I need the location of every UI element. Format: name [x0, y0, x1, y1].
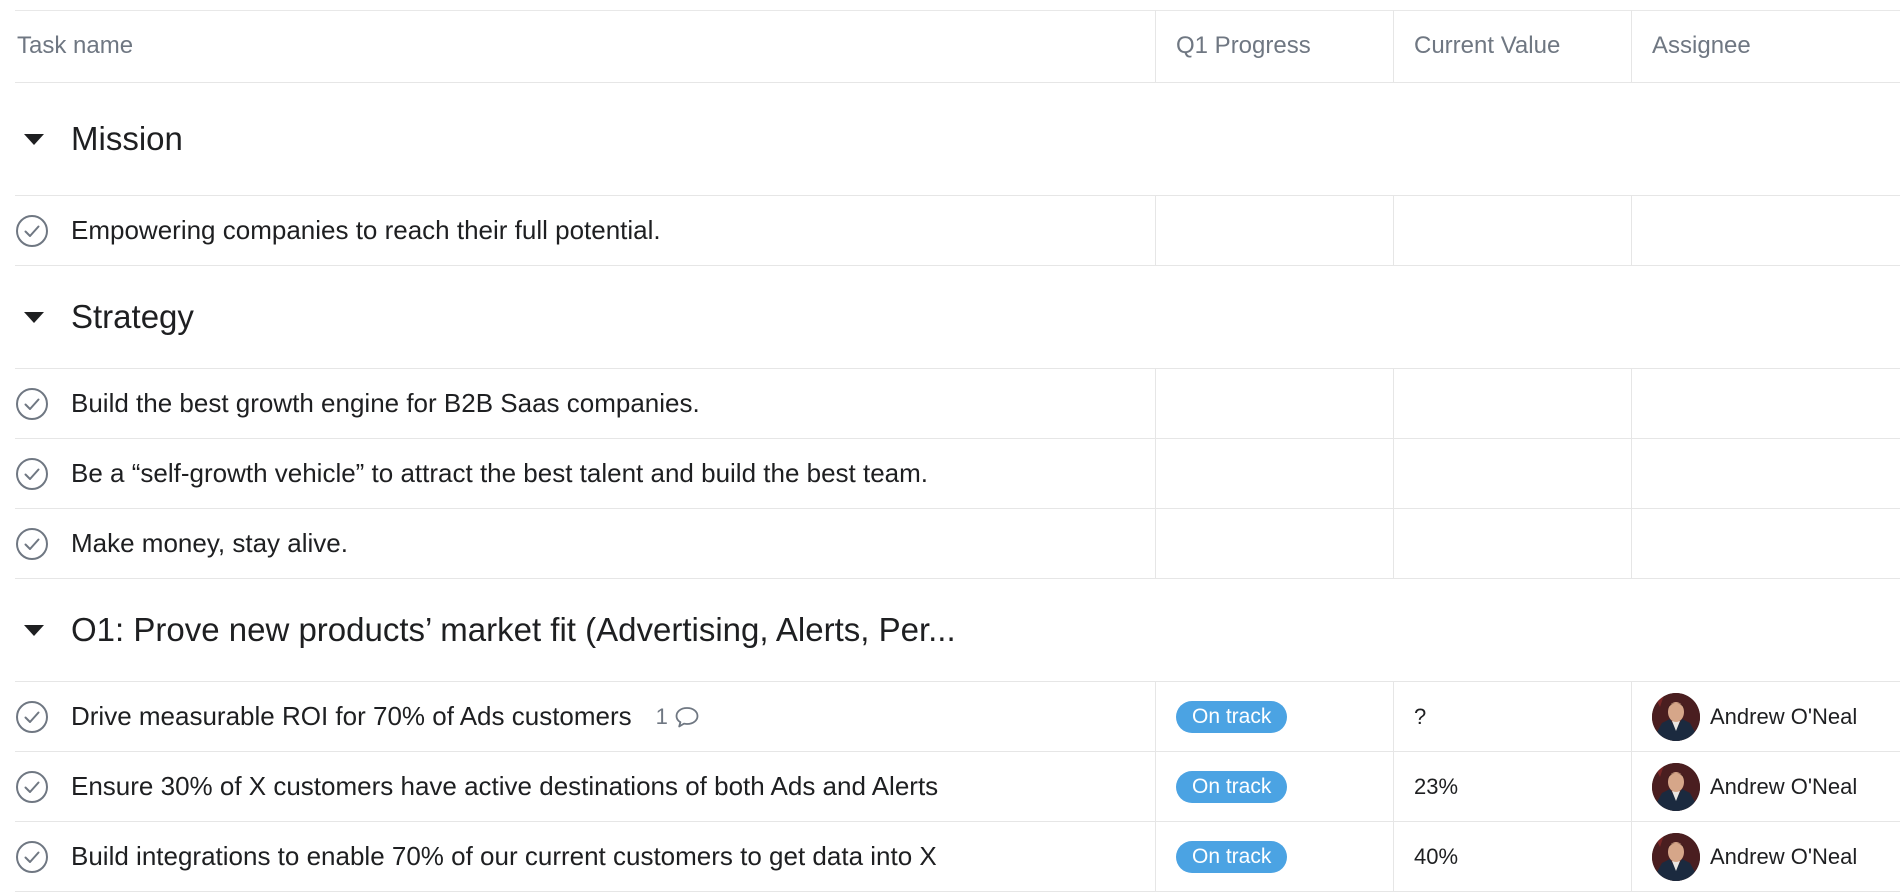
task-title[interactable]: Drive measurable ROI for 70% of Ads cust…	[71, 701, 632, 732]
status-badge[interactable]: On track	[1176, 770, 1288, 803]
progress-cell[interactable]	[1155, 509, 1393, 578]
assignee-cell[interactable]: Andrew O'Neal	[1631, 752, 1900, 821]
task-row[interactable]: Drive measurable ROI for 70% of Ads cust…	[15, 682, 1900, 752]
task-title[interactable]: Make money, stay alive.	[71, 528, 348, 559]
section-title[interactable]: Strategy	[71, 298, 194, 336]
value-cell[interactable]	[1393, 369, 1631, 438]
section-o1: O1: Prove new products’ market fit (Adve…	[15, 579, 1900, 682]
caret-down-icon	[24, 625, 44, 636]
header-current-value[interactable]: Current Value	[1393, 10, 1631, 82]
assignee-cell[interactable]	[1631, 196, 1900, 265]
progress-cell[interactable]: On track	[1155, 822, 1393, 891]
task-row[interactable]: Be a “self-growth vehicle” to attract th…	[15, 439, 1900, 509]
assignee-cell[interactable]	[1631, 439, 1900, 508]
header-task-name[interactable]: Task name	[15, 10, 1155, 82]
header-progress[interactable]: Q1 Progress	[1155, 10, 1393, 82]
assignee-name: Andrew O'Neal	[1710, 703, 1858, 729]
avatar[interactable]	[1652, 762, 1700, 811]
header-task-name-label: Task name	[17, 32, 134, 59]
task-row[interactable]: Build the best growth engine for B2B Saa…	[15, 369, 1900, 439]
header-current-value-label: Current Value	[1414, 32, 1561, 59]
assignee-cell[interactable]	[1631, 509, 1900, 578]
check-circle-icon	[16, 770, 48, 803]
progress-cell[interactable]	[1155, 439, 1393, 508]
task-row[interactable]: Build integrations to enable 70% of our …	[15, 822, 1900, 892]
current-value: 23%	[1414, 773, 1459, 799]
task-row[interactable]: Make money, stay alive.	[15, 509, 1900, 579]
status-badge[interactable]: On track	[1176, 840, 1288, 873]
current-value: ?	[1414, 703, 1427, 729]
task-complete-toggle[interactable]	[15, 457, 71, 491]
avatar-image	[1652, 832, 1700, 881]
check-circle-icon	[16, 214, 48, 247]
assignee-name: Andrew O'Neal	[1710, 843, 1858, 869]
check-circle-icon	[16, 840, 48, 873]
section-toggle[interactable]	[15, 132, 71, 146]
value-cell[interactable]: 40%	[1393, 822, 1631, 891]
assignee-cell[interactable]	[1631, 369, 1900, 438]
task-row[interactable]: Ensure 30% of X customers have active de…	[15, 752, 1900, 822]
comment-count-label: 1	[655, 703, 668, 729]
task-title[interactable]: Ensure 30% of X customers have active de…	[71, 771, 938, 802]
section-toggle[interactable]	[15, 623, 71, 637]
task-complete-toggle[interactable]	[15, 387, 71, 421]
comment-bubble-icon	[675, 706, 699, 727]
progress-cell[interactable]: On track	[1155, 682, 1393, 751]
task-title[interactable]: Build integrations to enable 70% of our …	[71, 841, 937, 872]
check-circle-icon	[16, 457, 48, 490]
check-circle-icon	[16, 387, 48, 420]
value-cell[interactable]	[1393, 509, 1631, 578]
task-title[interactable]: Be a “self-growth vehicle” to attract th…	[71, 458, 928, 489]
task-complete-toggle[interactable]	[15, 700, 71, 734]
value-cell[interactable]	[1393, 196, 1631, 265]
caret-down-icon	[24, 134, 44, 145]
column-header-row: Task name Q1 Progress Current Value Assi…	[15, 10, 1900, 83]
task-complete-toggle[interactable]	[15, 214, 71, 248]
assignee-cell[interactable]: Andrew O'Neal	[1631, 822, 1900, 891]
task-row[interactable]: Empowering companies to reach their full…	[15, 196, 1900, 266]
section-title[interactable]: Mission	[71, 120, 183, 158]
task-title[interactable]: Empowering companies to reach their full…	[71, 215, 661, 246]
header-assignee-label: Assignee	[1652, 32, 1751, 59]
avatar-image	[1652, 692, 1700, 741]
value-cell[interactable]: 23%	[1393, 752, 1631, 821]
section-toggle[interactable]	[15, 310, 71, 324]
task-complete-toggle[interactable]	[15, 527, 71, 561]
avatar-image	[1652, 762, 1700, 811]
value-cell[interactable]: ?	[1393, 682, 1631, 751]
header-progress-label: Q1 Progress	[1176, 32, 1311, 59]
check-circle-icon	[16, 700, 48, 733]
assignee-name: Andrew O'Neal	[1710, 773, 1858, 799]
check-circle-icon	[16, 527, 48, 560]
section-mission: Mission	[15, 83, 1900, 196]
caret-down-icon	[24, 312, 44, 323]
progress-cell[interactable]: On track	[1155, 752, 1393, 821]
value-cell[interactable]	[1393, 439, 1631, 508]
section-title[interactable]: O1: Prove new products’ market fit (Adve…	[71, 611, 956, 649]
section-strategy: Strategy	[15, 266, 1900, 369]
task-title[interactable]: Build the best growth engine for B2B Saa…	[71, 388, 700, 419]
task-complete-toggle[interactable]	[15, 770, 71, 804]
progress-cell[interactable]	[1155, 196, 1393, 265]
current-value: 40%	[1414, 843, 1459, 869]
avatar[interactable]	[1652, 692, 1700, 741]
task-table: Task name Q1 Progress Current Value Assi…	[15, 10, 1900, 892]
progress-cell[interactable]	[1155, 369, 1393, 438]
avatar[interactable]	[1652, 832, 1700, 881]
task-complete-toggle[interactable]	[15, 840, 71, 874]
assignee-cell[interactable]: Andrew O'Neal	[1631, 682, 1900, 751]
status-badge[interactable]: On track	[1176, 700, 1288, 733]
comment-count[interactable]: 1	[656, 704, 700, 730]
header-assignee[interactable]: Assignee	[1631, 10, 1900, 82]
